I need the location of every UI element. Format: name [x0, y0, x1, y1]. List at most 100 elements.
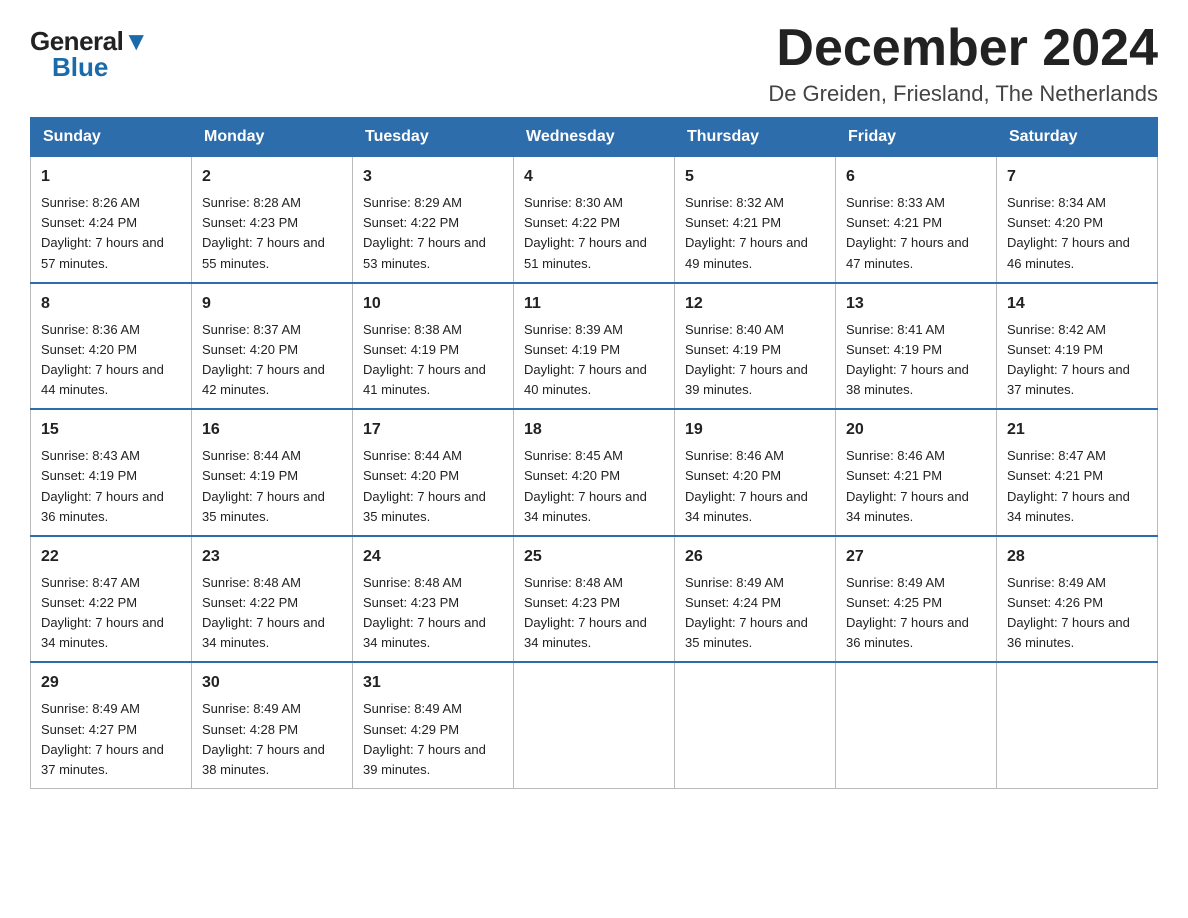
day-number: 7 [1007, 165, 1147, 189]
day-number: 10 [363, 292, 503, 316]
calendar-day-cell: 9 Sunrise: 8:37 AMSunset: 4:20 PMDaylight… [192, 283, 353, 410]
day-info: Sunrise: 8:30 AMSunset: 4:22 PMDaylight:… [524, 193, 664, 274]
calendar-day-cell [997, 662, 1158, 788]
day-info: Sunrise: 8:29 AMSunset: 4:22 PMDaylight:… [363, 193, 503, 274]
day-info: Sunrise: 8:28 AMSunset: 4:23 PMDaylight:… [202, 193, 342, 274]
day-info: Sunrise: 8:33 AMSunset: 4:21 PMDaylight:… [846, 193, 986, 274]
calendar-day-cell: 28Sunrise: 8:49 AMSunset: 4:26 PMDayligh… [997, 536, 1158, 663]
day-info: Sunrise: 8:45 AMSunset: 4:20 PMDaylight:… [524, 446, 664, 527]
calendar-week-4: 22 Sunrise: 8:47 AMSunset: 4:22 PMDayligh… [31, 536, 1158, 663]
day-info: Sunrise: 8:49 AMSunset: 4:27 PMDaylight:… [41, 699, 181, 780]
col-friday: Friday [836, 118, 997, 157]
calendar-day-cell: 3 Sunrise: 8:29 AMSunset: 4:22 PMDaylight… [353, 157, 514, 283]
day-info: Sunrise: 8:40 AMSunset: 4:19 PMDaylight:… [685, 320, 825, 401]
calendar-week-5: 29 Sunrise: 8:49 AMSunset: 4:27 PMDayligh… [31, 662, 1158, 788]
day-info: Sunrise: 8:48 AMSunset: 4:23 PMDaylight:… [363, 573, 503, 654]
calendar-day-cell: 15 Sunrise: 8:43 AMSunset: 4:19 PMDayligh… [31, 409, 192, 536]
calendar-week-1: 1Sunrise: 8:26 AMSunset: 4:24 PMDaylight… [31, 157, 1158, 283]
calendar-day-cell: 22 Sunrise: 8:47 AMSunset: 4:22 PMDayligh… [31, 536, 192, 663]
location-title: De Greiden, Friesland, The Netherlands [768, 81, 1158, 107]
logo: General▼ Blue [30, 28, 149, 80]
day-info: Sunrise: 8:39 AMSunset: 4:19 PMDaylight:… [524, 320, 664, 401]
day-number: 16 [202, 418, 342, 442]
day-number: 25 [524, 545, 664, 569]
calendar-day-cell: 14 Sunrise: 8:42 AMSunset: 4:19 PMDayligh… [997, 283, 1158, 410]
day-info: Sunrise: 8:36 AMSunset: 4:20 PMDaylight:… [41, 320, 181, 401]
calendar-day-cell: 20Sunrise: 8:46 AMSunset: 4:21 PMDayligh… [836, 409, 997, 536]
calendar-day-cell: 8 Sunrise: 8:36 AMSunset: 4:20 PMDaylight… [31, 283, 192, 410]
day-info: Sunrise: 8:34 AMSunset: 4:20 PMDaylight:… [1007, 193, 1147, 274]
day-number: 29 [41, 671, 181, 695]
calendar-day-cell [675, 662, 836, 788]
calendar-week-3: 15 Sunrise: 8:43 AMSunset: 4:19 PMDayligh… [31, 409, 1158, 536]
day-number: 9 [202, 292, 342, 316]
day-info: Sunrise: 8:44 AMSunset: 4:20 PMDaylight:… [363, 446, 503, 527]
day-info: Sunrise: 8:32 AMSunset: 4:21 PMDaylight:… [685, 193, 825, 274]
day-info: Sunrise: 8:47 AMSunset: 4:22 PMDaylight:… [41, 573, 181, 654]
col-saturday: Saturday [997, 118, 1158, 157]
calendar-day-cell [514, 662, 675, 788]
day-number: 5 [685, 165, 825, 189]
day-info: Sunrise: 8:49 AMSunset: 4:26 PMDaylight:… [1007, 573, 1147, 654]
col-wednesday: Wednesday [514, 118, 675, 157]
day-number: 18 [524, 418, 664, 442]
calendar-day-cell: 4Sunrise: 8:30 AMSunset: 4:22 PMDaylight… [514, 157, 675, 283]
calendar-day-cell: 25 Sunrise: 8:48 AMSunset: 4:23 PMDayligh… [514, 536, 675, 663]
day-number: 17 [363, 418, 503, 442]
day-number: 31 [363, 671, 503, 695]
calendar-day-cell: 1Sunrise: 8:26 AMSunset: 4:24 PMDaylight… [31, 157, 192, 283]
calendar-header-row: Sunday Monday Tuesday Wednesday Thursday… [31, 118, 1158, 157]
day-number: 14 [1007, 292, 1147, 316]
calendar-day-cell: 12 Sunrise: 8:40 AMSunset: 4:19 PMDayligh… [675, 283, 836, 410]
day-number: 26 [685, 545, 825, 569]
day-number: 6 [846, 165, 986, 189]
col-monday: Monday [192, 118, 353, 157]
day-info: Sunrise: 8:43 AMSunset: 4:19 PMDaylight:… [41, 446, 181, 527]
header: General▼ Blue December 2024 De Greiden, … [30, 20, 1158, 107]
calendar-day-cell: 17 Sunrise: 8:44 AMSunset: 4:20 PMDayligh… [353, 409, 514, 536]
calendar-day-cell: 11Sunrise: 8:39 AMSunset: 4:19 PMDayligh… [514, 283, 675, 410]
calendar-day-cell: 23Sunrise: 8:48 AMSunset: 4:22 PMDayligh… [192, 536, 353, 663]
day-number: 2 [202, 165, 342, 189]
calendar-day-cell: 29 Sunrise: 8:49 AMSunset: 4:27 PMDayligh… [31, 662, 192, 788]
day-number: 22 [41, 545, 181, 569]
title-area: December 2024 De Greiden, Friesland, The… [768, 20, 1158, 107]
day-number: 13 [846, 292, 986, 316]
calendar-day-cell: 30Sunrise: 8:49 AMSunset: 4:28 PMDayligh… [192, 662, 353, 788]
calendar-day-cell [836, 662, 997, 788]
day-info: Sunrise: 8:49 AMSunset: 4:24 PMDaylight:… [685, 573, 825, 654]
day-number: 19 [685, 418, 825, 442]
day-number: 12 [685, 292, 825, 316]
calendar-day-cell: 18 Sunrise: 8:45 AMSunset: 4:20 PMDayligh… [514, 409, 675, 536]
calendar-day-cell: 6 Sunrise: 8:33 AMSunset: 4:21 PMDaylight… [836, 157, 997, 283]
calendar-day-cell: 26 Sunrise: 8:49 AMSunset: 4:24 PMDayligh… [675, 536, 836, 663]
logo-general-text: General▼ [30, 28, 149, 54]
day-number: 3 [363, 165, 503, 189]
day-info: Sunrise: 8:47 AMSunset: 4:21 PMDaylight:… [1007, 446, 1147, 527]
day-number: 27 [846, 545, 986, 569]
day-info: Sunrise: 8:48 AMSunset: 4:22 PMDaylight:… [202, 573, 342, 654]
calendar-day-cell: 5 Sunrise: 8:32 AMSunset: 4:21 PMDaylight… [675, 157, 836, 283]
day-number: 1 [41, 165, 181, 189]
calendar-day-cell: 16 Sunrise: 8:44 AMSunset: 4:19 PMDayligh… [192, 409, 353, 536]
col-sunday: Sunday [31, 118, 192, 157]
day-info: Sunrise: 8:38 AMSunset: 4:19 PMDaylight:… [363, 320, 503, 401]
day-info: Sunrise: 8:49 AMSunset: 4:25 PMDaylight:… [846, 573, 986, 654]
logo-blue-text: Blue [52, 54, 108, 80]
day-info: Sunrise: 8:46 AMSunset: 4:21 PMDaylight:… [846, 446, 986, 527]
day-info: Sunrise: 8:46 AMSunset: 4:20 PMDaylight:… [685, 446, 825, 527]
day-info: Sunrise: 8:44 AMSunset: 4:19 PMDaylight:… [202, 446, 342, 527]
day-number: 15 [41, 418, 181, 442]
col-tuesday: Tuesday [353, 118, 514, 157]
day-number: 21 [1007, 418, 1147, 442]
calendar-day-cell: 27 Sunrise: 8:49 AMSunset: 4:25 PMDayligh… [836, 536, 997, 663]
calendar-day-cell: 2 Sunrise: 8:28 AMSunset: 4:23 PMDaylight… [192, 157, 353, 283]
calendar-week-2: 8 Sunrise: 8:36 AMSunset: 4:20 PMDaylight… [31, 283, 1158, 410]
day-info: Sunrise: 8:37 AMSunset: 4:20 PMDaylight:… [202, 320, 342, 401]
day-info: Sunrise: 8:42 AMSunset: 4:19 PMDaylight:… [1007, 320, 1147, 401]
month-title: December 2024 [768, 20, 1158, 77]
day-number: 8 [41, 292, 181, 316]
day-info: Sunrise: 8:48 AMSunset: 4:23 PMDaylight:… [524, 573, 664, 654]
calendar-day-cell: 19 Sunrise: 8:46 AMSunset: 4:20 PMDayligh… [675, 409, 836, 536]
day-number: 24 [363, 545, 503, 569]
